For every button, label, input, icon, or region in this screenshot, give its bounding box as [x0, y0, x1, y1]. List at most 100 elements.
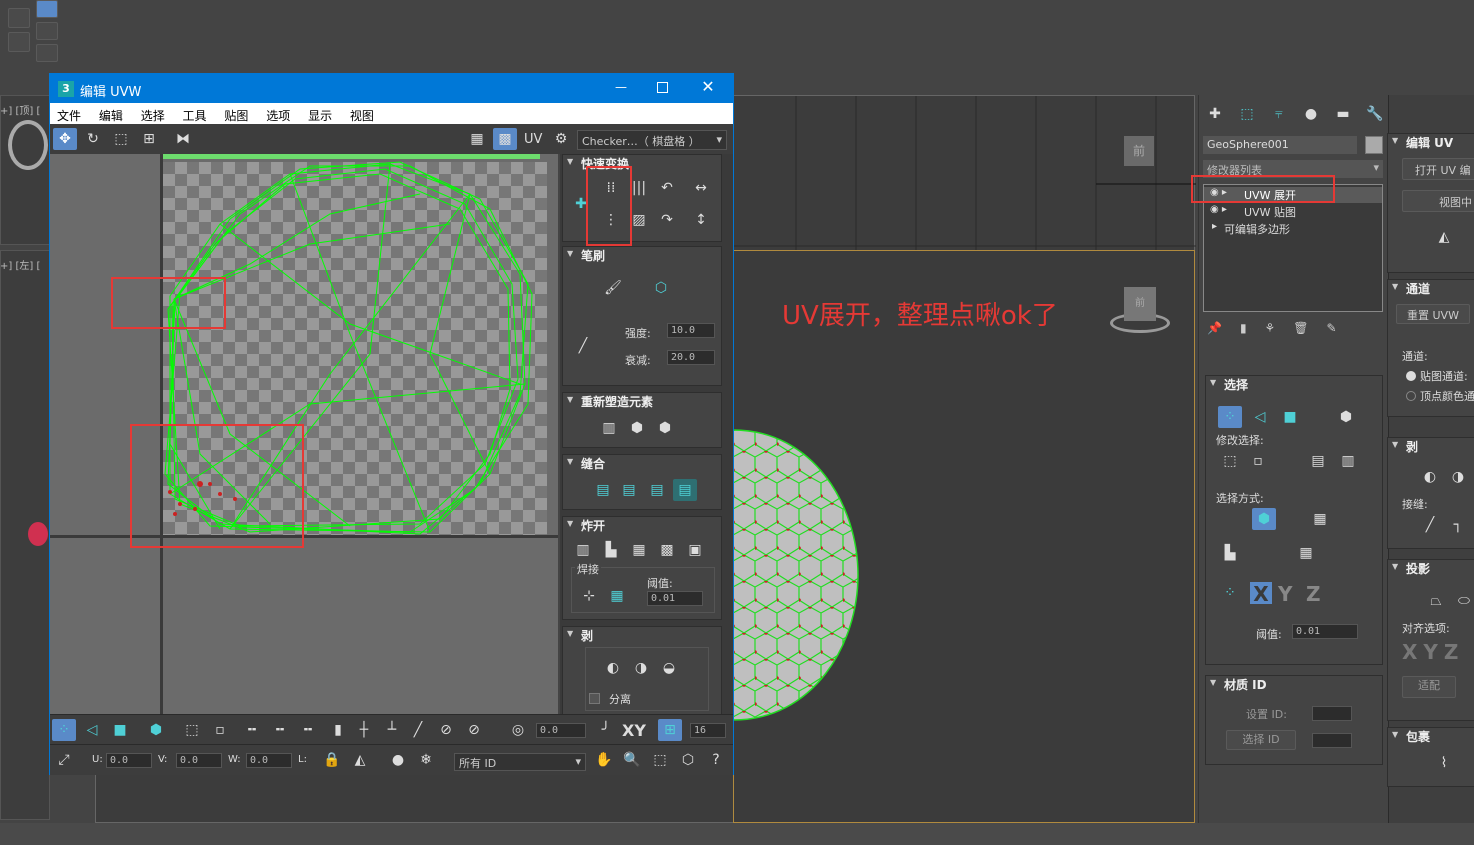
seam-point-icon[interactable]: ╱	[1418, 514, 1442, 536]
paint-grow-icon[interactable]: ⊘	[434, 719, 458, 741]
break-icon[interactable]: ▥	[571, 539, 595, 561]
weld-threshold-spinner[interactable]: 0.01	[647, 591, 703, 606]
menu-view[interactable]: 视图	[350, 109, 374, 123]
soft-select-icon[interactable]: ◎	[506, 719, 530, 741]
toolbar-icon-4[interactable]	[36, 22, 58, 40]
stitch-custom-icon[interactable]: ▤	[591, 479, 615, 501]
angle-spinner[interactable]: 0.0	[536, 723, 586, 738]
falloff-spinner[interactable]: 20.0	[667, 350, 715, 365]
threshold-spinner[interactable]: 0.01	[1292, 624, 1358, 639]
peel-title[interactable]: 剥	[1388, 438, 1474, 456]
axis-x-label[interactable]: X	[1250, 582, 1272, 606]
paint-shrink-icon[interactable]: ⊘	[462, 719, 486, 741]
menu-options[interactable]: 选项	[266, 109, 290, 123]
strength-spinner[interactable]: 10.0	[667, 323, 715, 338]
set-id-spinner[interactable]	[1312, 706, 1352, 721]
paint-move-icon[interactable]: 🖌	[601, 277, 625, 299]
stack-item-uvw-map[interactable]: UVW 贴图	[1204, 204, 1382, 220]
maximize-icon[interactable]	[657, 82, 668, 93]
channel-title[interactable]: 通道	[1388, 280, 1474, 298]
xy-label[interactable]: XY	[622, 721, 646, 740]
peel-icon-2[interactable]: ◑	[1446, 466, 1470, 488]
mirror-icon[interactable]: ⧓	[171, 128, 195, 150]
freeze-icon[interactable]: ❄	[414, 749, 438, 771]
show-icon[interactable]: ●	[386, 749, 410, 771]
sel-vertex-icon[interactable]: ⁘	[1218, 406, 1242, 428]
title-bar[interactable]: 3 编辑 UVW — ✕	[50, 74, 733, 103]
map-channel-radio[interactable]	[1406, 371, 1416, 381]
transform-mode-icon[interactable]: ⤢	[52, 749, 76, 771]
curve-icon[interactable]: ╯	[594, 719, 618, 741]
seam-edge-icon[interactable]: ┐	[1446, 514, 1470, 536]
ring-icon[interactable]: ╍	[268, 719, 292, 741]
pin-icon[interactable]: ▮	[326, 719, 350, 741]
rollout-brush-title[interactable]: 笔刷	[563, 247, 721, 265]
rollout-peel-title[interactable]: 剥	[563, 627, 721, 645]
zoom-extents-icon[interactable]: ⬡	[676, 749, 700, 771]
u-spinner[interactable]: 0.0	[106, 753, 152, 768]
object-name-field[interactable]: GeoSphere001	[1203, 136, 1357, 154]
grow-selection-icon[interactable]: ⬚	[1218, 450, 1242, 472]
move-icon[interactable]: ✥	[53, 128, 77, 150]
uv-wireframe[interactable]	[50, 154, 558, 714]
left-viewport-top[interactable]	[0, 95, 50, 245]
select-overlap-icon[interactable]: ▦	[1294, 542, 1318, 564]
planar-map-icon[interactable]: ⏢	[1424, 590, 1448, 612]
toolbar-icon-5[interactable]	[36, 44, 58, 62]
uvw-editor-window[interactable]: 3 编辑 UVW — ✕ 文件 编辑 选择 工具 贴图 选项 显示 视图 ✥ ↻…	[49, 73, 734, 775]
paint-select-icon[interactable]: ╱	[406, 719, 430, 741]
stitch-source-icon[interactable]: ▤	[617, 479, 641, 501]
select-id-spinner[interactable]	[1312, 733, 1352, 748]
freeform-icon[interactable]: ⊞	[137, 128, 161, 150]
select-inverse-icon[interactable]: ⁘	[1218, 582, 1242, 604]
paint-relax-icon[interactable]: ⬡	[649, 277, 673, 299]
viewcube-icon[interactable]: 前	[1100, 285, 1172, 340]
toolbar-icon-2[interactable]	[8, 32, 30, 52]
edge-mode-icon[interactable]: ◁	[80, 719, 104, 741]
detach-edge-icon[interactable]: ▙	[599, 539, 623, 561]
select-angle-icon[interactable]: ▙	[1218, 542, 1242, 564]
line-icon[interactable]: ╱	[571, 335, 595, 357]
utilities-tab-icon[interactable]: 🔧	[1363, 103, 1387, 125]
rotate-cw-icon[interactable]: ↷	[655, 209, 679, 231]
show-map-icon[interactable]: ▩	[493, 128, 517, 150]
loop-icon[interactable]: ╍	[240, 719, 264, 741]
relax-custom-icon[interactable]: ⬢	[653, 417, 677, 439]
viewcube-front-top[interactable]: 前	[1124, 136, 1154, 166]
select-by-edge-icon[interactable]: ▦	[1308, 508, 1332, 530]
vertex-mode-icon[interactable]: ⁘	[52, 719, 76, 741]
stitch-target-icon[interactable]: ▤	[673, 479, 697, 501]
stack-item-editable-poly[interactable]: 可编辑多边形	[1204, 221, 1382, 237]
axis-z-label[interactable]: Z	[1306, 582, 1321, 606]
mark-icon[interactable]: ┼	[352, 719, 376, 741]
rotate-ccw-icon[interactable]: ↶	[655, 177, 679, 199]
tweak-in-view-button[interactable]: 视图中	[1402, 190, 1474, 212]
geosphere-mesh[interactable]	[733, 425, 863, 725]
space-h-icon[interactable]: ↔	[689, 177, 713, 199]
menu-select[interactable]: 选择	[141, 109, 165, 123]
stitch-average-icon[interactable]: ▤	[645, 479, 669, 501]
straighten-selection-icon[interactable]: ▥	[597, 417, 621, 439]
detach-checkbox[interactable]	[589, 693, 600, 704]
uv-label[interactable]: UV	[524, 132, 542, 147]
peel-icon-1[interactable]: ◐	[1418, 466, 1442, 488]
id-select[interactable]: 所有 ID ▾	[454, 753, 586, 771]
hierarchy-tab-icon[interactable]: ⫧	[1267, 103, 1291, 125]
minimize-icon[interactable]: —	[611, 80, 631, 96]
rotate-icon[interactable]: ↻	[81, 128, 105, 150]
hide-icon[interactable]: ◭	[348, 749, 372, 771]
flatten-custom-icon[interactable]: ▩	[655, 539, 679, 561]
close-icon[interactable]: ✕	[698, 77, 718, 97]
display-tab-icon[interactable]: ▬	[1331, 103, 1355, 125]
selection-rollout-title[interactable]: 选择	[1206, 376, 1382, 394]
object-color-swatch[interactable]	[1365, 136, 1383, 154]
spline-map-icon[interactable]: ⌇	[1432, 752, 1456, 774]
zoom-icon[interactable]: 🔍	[620, 749, 644, 771]
rollout-explode-title[interactable]: 炸开	[563, 517, 721, 535]
face-mode-icon[interactable]: ■	[108, 719, 132, 741]
menu-display[interactable]: 显示	[308, 109, 332, 123]
space-v-icon[interactable]: ↕	[689, 209, 713, 231]
zoom-region-icon[interactable]: ⬚	[648, 749, 672, 771]
loop-selection-icon[interactable]: ▤	[1306, 450, 1330, 472]
shrink-selection-icon[interactable]: ▫	[1246, 450, 1270, 472]
